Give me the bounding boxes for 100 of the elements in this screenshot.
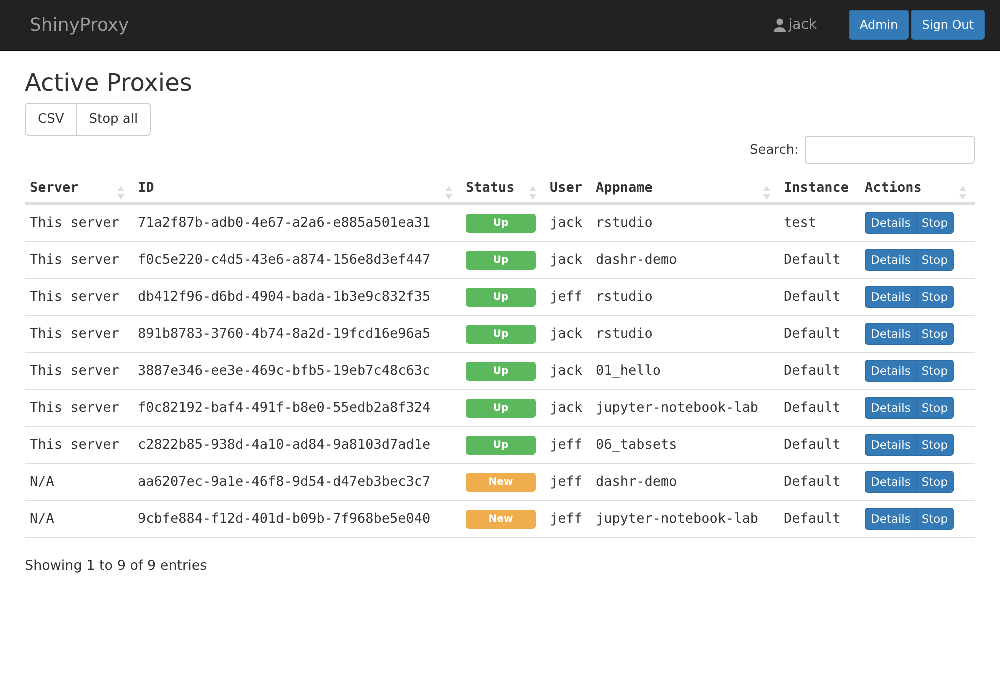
table-cell: Default: [784, 511, 841, 527]
column-header[interactable]: User: [545, 176, 591, 204]
action-button[interactable]: Details: [865, 249, 917, 271]
status-badge: Up: [466, 436, 536, 454]
table-cell: rstudio: [596, 289, 653, 305]
table-cell: aa6207ec-9a1e-46f8-9d54-d47eb3bec3c7: [138, 474, 431, 490]
table-cell: This server: [30, 326, 120, 342]
table-cell: jeff: [550, 474, 583, 490]
sort-icon[interactable]: [763, 185, 771, 201]
table-cell: rstudio: [596, 326, 653, 342]
table-cell: This server: [30, 437, 120, 453]
table-cell: 06_tabsets: [596, 437, 678, 453]
action-button[interactable]: Details: [865, 471, 917, 493]
table-cell: dashr-demo: [596, 474, 678, 490]
sort-icon[interactable]: [529, 185, 537, 201]
column-label: Appname: [596, 180, 653, 196]
sort-icon[interactable]: [445, 185, 453, 201]
action-button[interactable]: Stop: [916, 471, 954, 493]
table-cell: jeff: [550, 437, 583, 453]
table-cell: jack: [550, 252, 583, 268]
search-field[interactable]: [805, 136, 975, 164]
user-icon: [772, 18, 787, 32]
table-cell: This server: [30, 252, 120, 268]
table-cell: This server: [30, 289, 120, 305]
status-badge: Up: [466, 324, 536, 344]
table-cell: jack: [550, 363, 583, 379]
table-cell: f0c82192-baf4-491f-b8e0-55edb2a8f324: [138, 400, 431, 416]
table-cell: 891b8783-3760-4b74-8a2d-19fcd16e96a5: [138, 326, 431, 342]
table-cell: test: [784, 215, 817, 231]
table-cell: This server: [30, 400, 120, 416]
table-cell: db412f96-d6bd-4904-bada-1b3e9c832f35: [138, 289, 431, 305]
column-label: User: [550, 180, 583, 196]
column-label: Status: [466, 180, 515, 196]
table-cell: Default: [784, 289, 841, 305]
action-button[interactable]: Details: [865, 360, 917, 382]
status-badge: Up: [466, 288, 536, 306]
table-cell: Default: [784, 363, 841, 379]
table-cell: Default: [784, 400, 841, 416]
table-cell: N/A: [30, 511, 54, 527]
table-cell: jupyter-notebook-lab: [596, 400, 759, 416]
sort-icon[interactable]: [117, 185, 125, 201]
status-badge: Up: [466, 214, 536, 232]
action-button[interactable]: Stop: [916, 360, 954, 382]
action-button[interactable]: Details: [865, 397, 917, 419]
column-header[interactable]: ID: [133, 176, 461, 204]
sort-icon[interactable]: [959, 185, 967, 201]
table-cell: jack: [550, 215, 583, 231]
table-cell: Default: [784, 474, 841, 490]
action-button[interactable]: Details: [865, 323, 917, 345]
table-cell: f0c5e220-c4d5-43e6-a874-156e8d3ef447: [138, 252, 431, 268]
status-badge: New: [466, 510, 536, 528]
table-cell: jack: [550, 400, 583, 416]
action-button[interactable]: Details: [865, 286, 917, 308]
action-button[interactable]: Stop: [916, 286, 954, 308]
table-cell: This server: [30, 215, 120, 231]
table-cell: c2822b85-938d-4a10-ad84-9a8103d7ad1e: [138, 437, 431, 453]
table-cell: N/A: [30, 474, 54, 490]
action-button[interactable]: Stop: [916, 249, 954, 271]
table-cell: 9cbfe884-f12d-401d-b09b-7f968be5e040: [138, 511, 431, 527]
action-button[interactable]: Stop: [916, 212, 954, 234]
table-cell: 01_hello: [596, 363, 662, 379]
page-title: Active Proxies: [25, 69, 194, 97]
table-cell: jupyter-notebook-lab: [596, 511, 759, 527]
column-label: Actions: [865, 180, 922, 196]
table-cell: This server: [30, 363, 120, 379]
action-button[interactable]: Details: [865, 434, 917, 456]
action-button[interactable]: Stop: [916, 323, 954, 345]
column-header[interactable]: Server: [25, 176, 133, 204]
action-button[interactable]: Stop: [916, 508, 954, 530]
column-label: Instance: [784, 180, 850, 196]
nav-button[interactable]: Sign Out: [911, 10, 985, 40]
status-badge: Up: [466, 362, 536, 380]
search-label: Search:: [750, 142, 799, 158]
table-cell: jeff: [550, 511, 583, 527]
column-header[interactable]: Appname: [591, 176, 779, 204]
table-cell: 71a2f87b-adb0-4e67-a2a6-e885a501ea31: [138, 215, 431, 231]
nav-button[interactable]: Admin: [849, 10, 910, 40]
brand-name[interactable]: ShinyProxy: [30, 14, 773, 36]
table-cell: dashr-demo: [596, 252, 678, 268]
column-label: ID: [138, 180, 154, 196]
column-header[interactable]: Instance: [779, 176, 860, 204]
action-button[interactable]: Stop: [916, 434, 954, 456]
table-cell: Default: [784, 252, 841, 268]
user-name: jack: [788, 17, 817, 33]
action-button[interactable]: Stop: [916, 397, 954, 419]
status-badge: Up: [466, 250, 536, 270]
action-button[interactable]: Details: [865, 212, 917, 234]
column-label: Server: [30, 180, 79, 196]
table-cell: Default: [784, 437, 841, 453]
column-header[interactable]: Status: [461, 176, 545, 204]
action-button[interactable]: Details: [865, 508, 917, 530]
status-badge: New: [466, 472, 536, 492]
table-cell: rstudio: [596, 215, 653, 231]
table-cell: jack: [550, 326, 583, 342]
toolbar-button[interactable]: CSV: [25, 103, 78, 136]
column-header[interactable]: Actions: [860, 176, 975, 204]
toolbar-button[interactable]: Stop all: [76, 103, 152, 136]
table-cell: Default: [784, 326, 841, 342]
status-badge: Up: [466, 398, 536, 418]
table-info: Showing 1 to 9 of 9 entries: [25, 558, 208, 574]
